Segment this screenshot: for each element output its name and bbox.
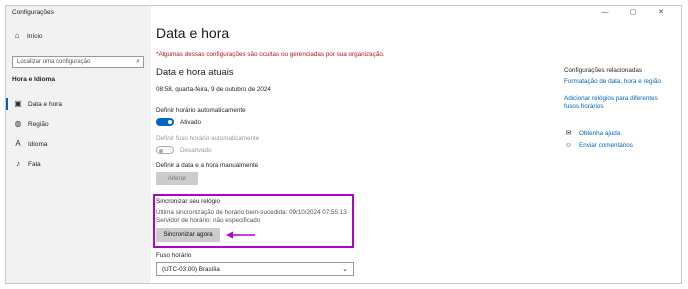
sidebar-item-speech[interactable]: ♪ Fala bbox=[6, 157, 151, 171]
sync-highlight-box bbox=[153, 194, 354, 248]
auto-timezone-state: Desativado bbox=[180, 147, 212, 154]
auto-time-toggle[interactable] bbox=[156, 118, 174, 126]
microphone-icon: ♪ bbox=[16, 159, 20, 168]
format-link[interactable]: Formatação de data, hora e região bbox=[564, 78, 661, 86]
sidebar-item-date-time[interactable]: ▣ Data e hora bbox=[6, 97, 151, 111]
change-button[interactable]: Alterar bbox=[156, 172, 198, 185]
section-title: Hora e Idioma bbox=[12, 76, 55, 83]
sidebar-item-label: Região bbox=[28, 120, 49, 128]
settings-window: Configurações ⌂ Início Localizar uma con… bbox=[5, 5, 682, 284]
auto-time-state: Ativado bbox=[180, 119, 202, 126]
sidebar-item-label: Data e hora bbox=[28, 100, 62, 108]
app-title: Configurações bbox=[12, 9, 54, 16]
timezone-label: Fuso horário bbox=[156, 252, 192, 259]
sidebar-item-region[interactable]: ◍ Região bbox=[6, 117, 151, 131]
calendar-clock-icon: ▣ bbox=[14, 99, 22, 108]
title-bar: Configurações bbox=[6, 6, 151, 23]
add-clocks-link[interactable]: Adicionar relógios para diferentes fusos… bbox=[564, 95, 668, 111]
feedback-label: Enviar comentários bbox=[579, 142, 633, 149]
sidebar-item-label: Idioma bbox=[28, 140, 48, 148]
related-heading: Configurações relacionadas bbox=[564, 67, 643, 74]
search-icon: ⌕ bbox=[136, 58, 140, 65]
chevron-down-icon: ⌄ bbox=[342, 266, 348, 273]
home-icon: ⌂ bbox=[14, 31, 20, 40]
timezone-value: (UTC-03:00) Brasília bbox=[162, 266, 220, 273]
sidebar-item-label: Fala bbox=[28, 160, 41, 168]
sidebar: Configurações ⌂ Início Localizar uma con… bbox=[6, 6, 151, 283]
get-help-link[interactable]: ✉ Obtenha ajuda bbox=[564, 129, 621, 138]
sidebar-item-language[interactable]: A Idioma bbox=[6, 137, 151, 151]
auto-time-label: Definir horário automaticamente bbox=[156, 107, 246, 114]
feedback-person-icon: ☺ bbox=[564, 142, 573, 149]
help-chat-icon: ✉ bbox=[565, 130, 572, 137]
nav-home[interactable]: ⌂ Início bbox=[12, 31, 43, 41]
language-icon: A bbox=[15, 139, 21, 148]
related-settings: Configurações relacionadas Formatação de… bbox=[564, 6, 676, 283]
globe-region-icon: ◍ bbox=[14, 119, 22, 128]
current-datetime: 08:58, quarta-feira, 9 de outubro de 202… bbox=[156, 86, 271, 93]
timezone-select[interactable]: (UTC-03:00) Brasília ⌄ bbox=[156, 262, 354, 276]
feedback-link[interactable]: ☺ Enviar comentários bbox=[564, 142, 633, 149]
page-title: Data e hora bbox=[156, 25, 230, 41]
policy-warning: *Algumas dessas configurações são oculta… bbox=[156, 51, 385, 58]
manual-time-label: Definir a data e a hora manualmente bbox=[156, 162, 259, 169]
auto-timezone-label: Definir fuso horário automaticamente bbox=[156, 135, 260, 142]
current-heading: Data e hora atuais bbox=[156, 67, 234, 78]
auto-timezone-toggle[interactable] bbox=[156, 146, 174, 154]
nav-home-label: Início bbox=[27, 32, 43, 40]
active-indicator bbox=[6, 98, 8, 110]
search-placeholder: Localizar uma configuração bbox=[17, 59, 91, 65]
search-input[interactable]: Localizar uma configuração ⌕ bbox=[12, 56, 144, 68]
get-help-label: Obtenha ajuda bbox=[579, 129, 621, 137]
